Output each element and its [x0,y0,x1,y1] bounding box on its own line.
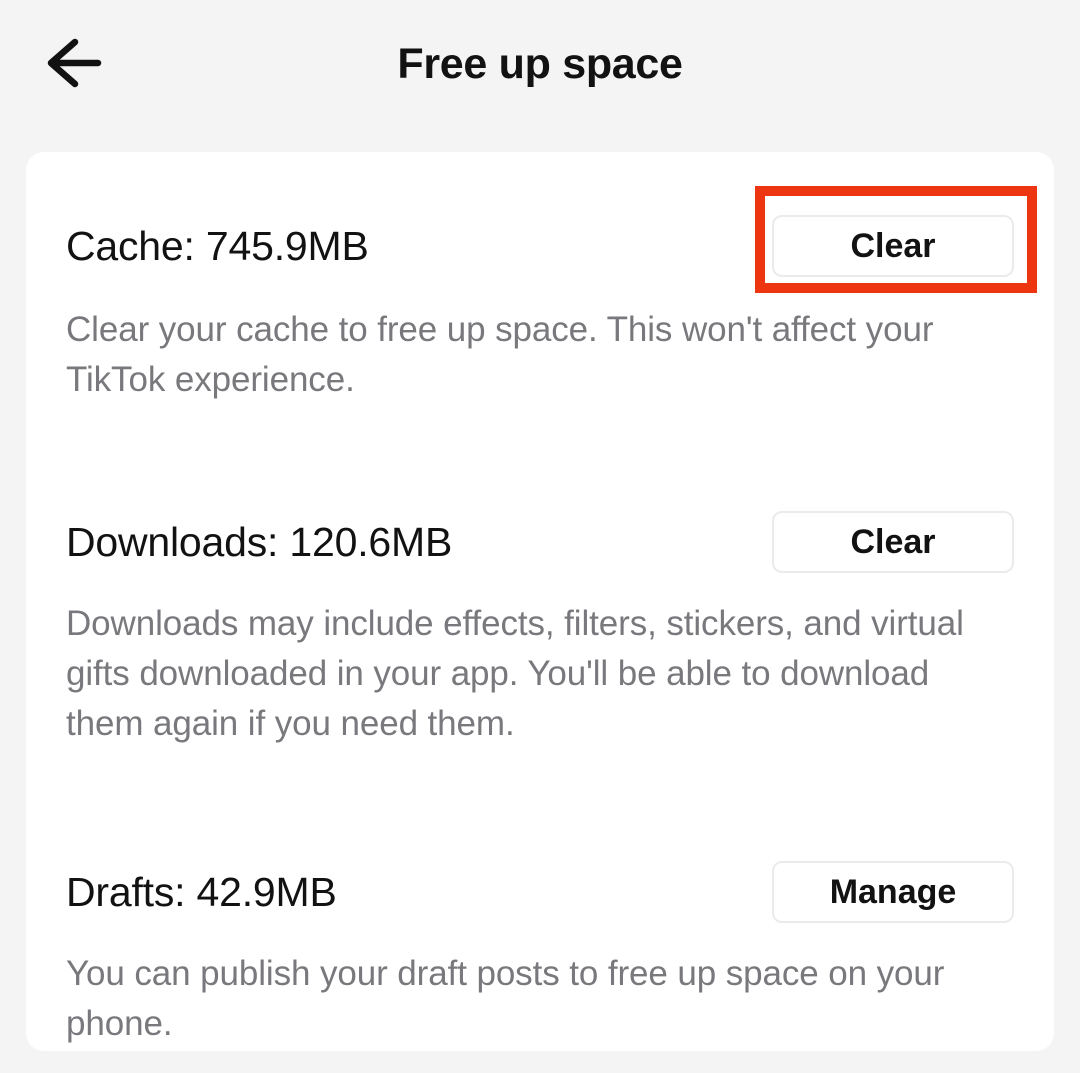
section-cache-row: Cache: 745.9MB Clear [66,215,1014,277]
downloads-clear-button[interactable]: Clear [772,511,1014,573]
page-header: Free up space [0,0,1080,128]
section-downloads-row: Downloads: 120.6MB Clear [66,511,1014,573]
cache-size-label: Cache: 745.9MB [66,222,369,269]
downloads-size-label: Downloads: 120.6MB [66,518,453,565]
section-cache: Cache: 745.9MB Clear Clear your cache to… [66,152,1014,405]
drafts-size-label: Drafts: 42.9MB [66,868,337,915]
cache-description: Clear your cache to free up space. This … [66,310,934,399]
section-drafts-row: Drafts: 42.9MB Manage [66,861,1014,923]
section-downloads: Downloads: 120.6MB Clear Downloads may i… [66,405,1014,749]
drafts-description: You can publish your draft posts to free… [66,954,945,1043]
cache-clear-button[interactable]: Clear [772,215,1014,277]
page-title: Free up space [397,40,683,88]
section-drafts: Drafts: 42.9MB Manage You can publish yo… [66,749,1014,1049]
drafts-manage-button[interactable]: Manage [772,861,1014,923]
downloads-description: Downloads may include effects, filters, … [66,604,964,743]
storage-card: Cache: 745.9MB Clear Clear your cache to… [26,152,1054,1051]
